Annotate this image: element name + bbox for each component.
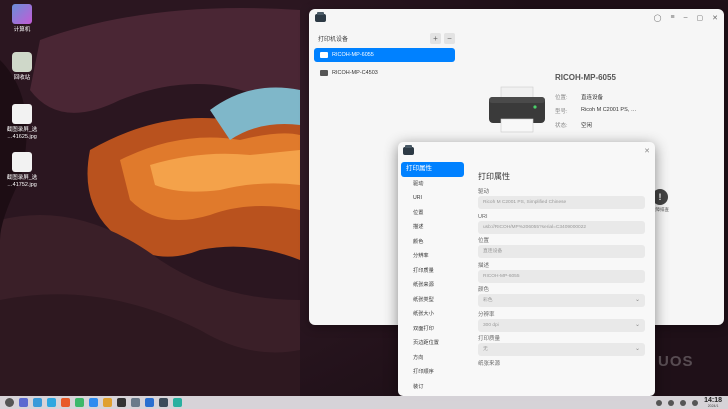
nav-item-color[interactable]: 颜色 bbox=[401, 235, 464, 250]
music-icon[interactable] bbox=[75, 398, 84, 407]
window-titlebar[interactable]: ◯ ≡ – ▢ ✕ bbox=[309, 9, 724, 26]
nav-item-duplex[interactable]: 双面打印 bbox=[401, 322, 464, 337]
printer-list-item[interactable]: RICOH-MP-6055 bbox=[314, 48, 455, 62]
properties-form: 打印属性 驱动 Ricoh M C2001 PS, Simplified Chi… bbox=[478, 171, 645, 396]
uri-field: usb://RICOH/MP%206055?serial=C3409000022 bbox=[478, 220, 645, 234]
printer-app-icon bbox=[403, 144, 414, 155]
driver-field: Ricoh M C2001 PS, Simplified Chinese bbox=[478, 196, 645, 209]
remove-printer-button[interactable]: − bbox=[444, 32, 455, 44]
chevron-down-icon: ⌄ bbox=[634, 346, 640, 352]
clock-time[interactable]: 14:18 bbox=[704, 397, 722, 404]
nav-item-paper-size[interactable]: 纸张大小 bbox=[401, 307, 464, 322]
uos-watermark: UOS bbox=[658, 353, 694, 370]
detail-row-model: 型号: Ricoh M C2001 PS, … bbox=[555, 107, 637, 115]
power-icon[interactable] bbox=[692, 399, 699, 406]
desktop-icon-label: 截图录屏_选 …41752.jpg bbox=[6, 175, 38, 188]
close-icon[interactable]: ✕ bbox=[644, 147, 650, 155]
nav-item-print-properties[interactable]: 打印属性 bbox=[401, 162, 464, 177]
nav-item-uri[interactable]: URI bbox=[401, 191, 464, 206]
field-label: URI bbox=[478, 213, 488, 220]
close-icon[interactable]: ✕ bbox=[712, 14, 718, 22]
field-label: 打印质量 bbox=[478, 336, 501, 342]
terminal-icon[interactable] bbox=[117, 398, 126, 407]
desktop-icon-label: 截图录屏_选 …41625.jpg bbox=[6, 127, 38, 140]
field-label: 分辨率 bbox=[478, 311, 495, 318]
field-label: 驱动 bbox=[478, 189, 490, 195]
nav-item-description[interactable]: 描述 bbox=[401, 220, 464, 235]
field-label: 位置 bbox=[478, 238, 490, 244]
desktop-icon-trash[interactable]: 回收站 bbox=[0, 52, 44, 82]
nav-item-resolution[interactable]: 分辨率 bbox=[401, 249, 464, 264]
printer-app-icon[interactable] bbox=[159, 398, 168, 407]
detail-row-location: 位置: 直连设备 bbox=[555, 95, 604, 101]
volume-icon[interactable] bbox=[680, 399, 687, 406]
screenshot-icon[interactable] bbox=[173, 398, 182, 407]
desktop-icon-label: 计算机 bbox=[13, 27, 31, 33]
detail-row-status: 状态: 空闲 bbox=[555, 123, 593, 129]
launcher-icon[interactable] bbox=[5, 398, 14, 407]
settings-icon[interactable] bbox=[131, 398, 140, 407]
properties-nav: 打印属性 驱动 URI 位置 描述 颜色 分辨率 打印质量 纸张来源 纸张类型 … bbox=[401, 162, 464, 394]
selected-printer-name: RICOH-MP-6055 bbox=[555, 73, 616, 82]
printer-large-icon bbox=[489, 86, 545, 133]
system-tray: 14:18 2024/1 bbox=[656, 397, 728, 408]
desktop-icon-label: 回收站 bbox=[13, 75, 31, 81]
nav-item-margin[interactable]: 页边距位置 bbox=[401, 336, 464, 351]
printer-icon bbox=[320, 70, 328, 76]
nav-item-print-quality[interactable]: 打印质量 bbox=[401, 264, 464, 279]
printer-properties-dialog: ✕ 打印属性 驱动 URI 位置 描述 颜色 分辨率 打印质量 纸张来源 纸张类… bbox=[398, 142, 655, 396]
multitask-icon[interactable] bbox=[19, 398, 28, 407]
add-printer-button[interactable]: + bbox=[430, 32, 441, 44]
printer-icon bbox=[320, 52, 328, 58]
network-icon[interactable] bbox=[668, 399, 675, 406]
dialog-titlebar[interactable]: ✕ bbox=[398, 142, 655, 159]
desktop-icon[interactable] bbox=[33, 398, 42, 407]
resolution-select[interactable]: 300 dpi ⌄ bbox=[478, 318, 645, 332]
nav-item-paper-type[interactable]: 纸张类型 bbox=[401, 293, 464, 308]
printer-list-title: 打印机设备 bbox=[318, 36, 349, 43]
maximize-icon[interactable]: ▢ bbox=[697, 14, 704, 22]
printer-name: RICOH-MP-C4503 bbox=[332, 70, 378, 76]
help-icon[interactable]: ◯ bbox=[654, 14, 662, 22]
nav-item-print-order[interactable]: 打印顺序 bbox=[401, 365, 464, 380]
minimize-icon[interactable]: – bbox=[684, 14, 688, 22]
desktop-icon-computer[interactable]: 计算机 bbox=[0, 4, 44, 34]
nav-item-paper-source[interactable]: 纸张来源 bbox=[401, 278, 464, 293]
photos-icon[interactable] bbox=[103, 398, 112, 407]
taskbar: 14:18 2024/1 bbox=[0, 396, 728, 409]
nav-item-binding[interactable]: 装订 bbox=[401, 380, 464, 395]
printer-list-item[interactable]: RICOH-MP-C4503 bbox=[314, 66, 455, 80]
location-field[interactable]: 直连设备 bbox=[478, 245, 645, 258]
computer-icon bbox=[12, 4, 32, 24]
print-quality-select[interactable]: 无 ⌄ bbox=[478, 343, 645, 356]
nav-item-driver[interactable]: 驱动 bbox=[401, 177, 464, 192]
video-icon[interactable] bbox=[89, 398, 98, 407]
printer-name: RICOH-MP-6055 bbox=[332, 52, 374, 58]
image-file-icon bbox=[12, 104, 32, 124]
file-manager-icon[interactable] bbox=[47, 398, 56, 407]
image-file-icon bbox=[12, 152, 32, 172]
field-label: 纸张来源 bbox=[478, 360, 501, 367]
nav-item-orientation[interactable]: 方向 bbox=[401, 351, 464, 366]
nav-item-location[interactable]: 位置 bbox=[401, 206, 464, 221]
field-label: 描述 bbox=[478, 262, 490, 269]
menu-icon[interactable]: ≡ bbox=[671, 14, 675, 22]
section-title: 打印属性 bbox=[478, 172, 510, 181]
desktop-icon-image-file[interactable]: 截图录屏_选 …41625.jpg bbox=[0, 104, 44, 141]
notification-icon[interactable] bbox=[656, 399, 663, 406]
description-field[interactable]: RICOH-MP-6055 bbox=[478, 269, 645, 283]
clock-date: 2024/1 bbox=[707, 404, 719, 408]
field-label: 颜色 bbox=[478, 287, 490, 293]
desktop-icon-image-file[interactable]: 截图录屏_选 …41752.jpg bbox=[0, 152, 44, 189]
trash-icon bbox=[12, 52, 32, 72]
printer-app-icon bbox=[315, 11, 326, 22]
chevron-down-icon: ⌄ bbox=[634, 321, 640, 328]
color-select[interactable]: 彩色 ⌄ bbox=[478, 294, 645, 307]
browser-icon[interactable] bbox=[61, 398, 70, 407]
chevron-down-icon: ⌄ bbox=[634, 297, 640, 303]
app-store-icon[interactable] bbox=[145, 398, 154, 407]
